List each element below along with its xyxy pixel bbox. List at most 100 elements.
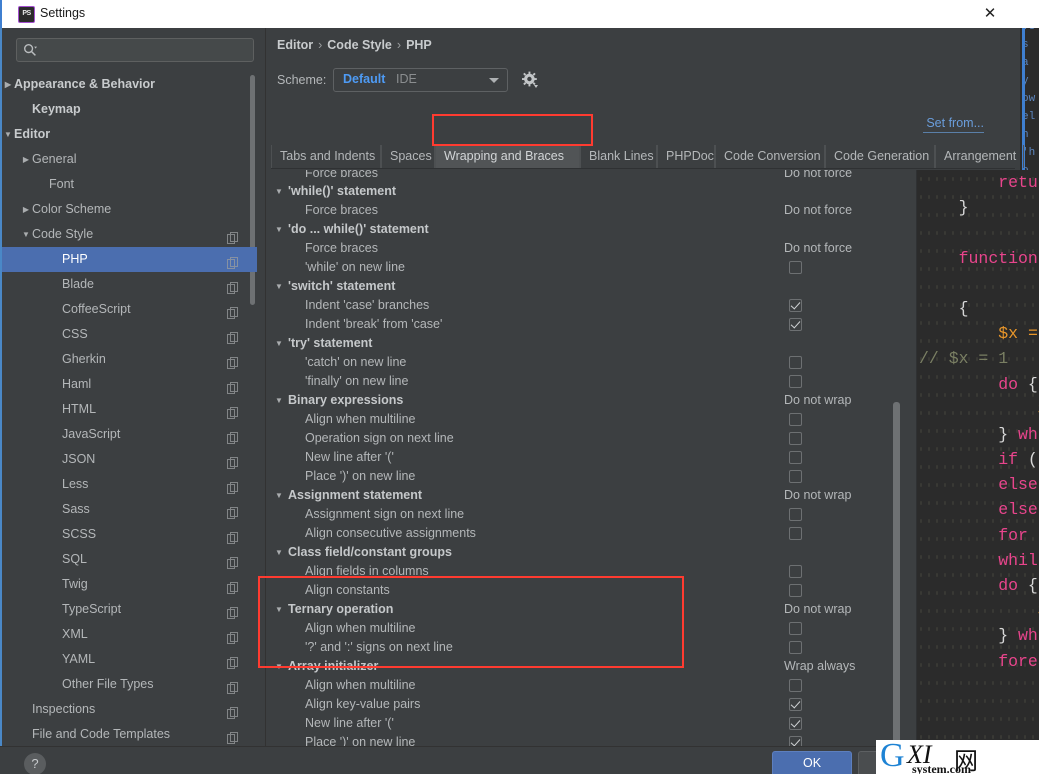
option-checkbox[interactable] [789,717,802,730]
option-row[interactable]: 'catch' on new line [268,353,908,372]
copy-icon[interactable] [227,328,239,344]
sidebar-item-html[interactable]: HTML [2,397,257,422]
option-value[interactable]: Do not wrap [784,486,851,505]
option-row[interactable]: Force braces Do not force [268,239,908,258]
copy-icon[interactable] [227,228,239,244]
sidebar-item-sass[interactable]: Sass [2,497,257,522]
settings-tree[interactable]: ▶ Appearance & Behavior Keymap ▼ Editor ▶ Gene… [2,72,257,744]
option-value[interactable]: Do not force [784,239,852,258]
sidebar-item-color-scheme[interactable]: ▶ Color Scheme [2,197,257,222]
option-row[interactable]: Force braces Do not force [268,201,908,220]
copy-icon[interactable] [227,403,239,419]
sidebar-item-javascript[interactable]: JavaScript [2,422,257,447]
sidebar-item-xml[interactable]: XML [2,622,257,647]
copy-icon[interactable] [227,353,239,369]
option-checkbox[interactable] [789,565,802,578]
tab-wrapping-and-braces[interactable]: Wrapping and Braces [435,145,580,168]
copy-icon[interactable] [227,628,239,644]
option-row[interactable]: Align fields in columns [268,562,908,581]
chevron-down-icon[interactable]: ▼ [273,334,285,353]
sidebar-item-less[interactable]: Less [2,472,257,497]
sidebar-item-php[interactable]: PHP [2,247,257,272]
copy-icon[interactable] [227,678,239,694]
copy-icon[interactable] [227,478,239,494]
scheme-dropdown[interactable]: Default IDE [333,68,508,92]
option-row[interactable]: ▼'switch' statement [268,277,908,296]
chevron-down-icon[interactable]: ▼ [273,220,285,239]
sidebar-item-yaml[interactable]: YAML [2,647,257,672]
chevron-down-icon[interactable]: ▼ [273,391,285,410]
sidebar-item-gherkin[interactable]: Gherkin [2,347,257,372]
option-checkbox[interactable] [789,679,802,692]
option-checkbox[interactable] [789,261,802,274]
option-row[interactable]: ▼ Class field/constant groups [268,543,908,562]
chevron-down-icon[interactable]: ▼ [273,600,285,619]
option-row[interactable]: 'while' on new line [268,258,908,277]
copy-icon[interactable] [227,578,239,594]
option-row[interactable]: New line after '(' [268,448,908,467]
sidebar-item-code-style[interactable]: ▼ Code Style [2,222,257,247]
breadcrumb-code-style[interactable]: Code Style [327,38,392,52]
option-value[interactable]: Do not wrap [784,391,851,410]
tab-arrangement[interactable]: Arrangement [935,145,1024,168]
option-checkbox[interactable] [789,508,802,521]
sidebar-item-sql[interactable]: SQL [2,547,257,572]
option-row[interactable]: Align consecutive assignments [268,524,908,543]
sidebar-item-general[interactable]: ▶ General [2,147,257,172]
option-row[interactable]: ▼ Ternary operation Do not wrap [268,600,908,619]
option-row[interactable]: Place ')' on new line [268,467,908,486]
gear-icon[interactable] [521,71,539,89]
copy-icon[interactable] [227,503,239,519]
sidebar-item-keymap[interactable]: Keymap [2,97,257,122]
option-checkbox[interactable] [789,527,802,540]
option-row[interactable]: '?' and ':' signs on next line [268,638,908,657]
option-checkbox[interactable] [789,622,802,635]
copy-icon[interactable] [227,603,239,619]
copy-icon[interactable] [227,703,239,719]
close-icon[interactable]: ✕ [970,0,1010,28]
tab-spaces[interactable]: Spaces [381,145,435,168]
option-value[interactable]: Do not force [784,170,852,179]
option-checkbox[interactable] [789,413,802,426]
option-checkbox[interactable] [789,356,802,369]
option-checkbox[interactable] [789,451,802,464]
chevron-down-icon[interactable]: ▼ [2,122,14,147]
option-value[interactable]: Do not wrap [784,600,851,619]
option-row[interactable]: ▼ Array initializer Wrap always [268,657,908,676]
tab-code-generation[interactable]: Code Generation [825,145,935,168]
option-row[interactable]: New line after '(' [268,714,908,733]
chevron-down-icon[interactable]: ▼ [273,657,285,676]
option-row[interactable]: Indent 'case' branches [268,296,908,315]
copy-icon[interactable] [227,453,239,469]
sidebar-item-font[interactable]: Font [2,172,257,197]
option-row[interactable]: Align constants [268,581,908,600]
sidebar-item-blade[interactable]: Blade [2,272,257,297]
option-row[interactable]: Align when multiline [268,619,908,638]
sidebar-item-typescript[interactable]: TypeScript [2,597,257,622]
option-row[interactable]: Align when multiline [268,676,908,695]
sidebar-item-inspections[interactable]: Inspections [2,697,257,722]
chevron-down-icon[interactable]: ▼ [273,277,285,296]
sidebar-item-scss[interactable]: SCSS [2,522,257,547]
option-row[interactable]: Assignment sign on next line [268,505,908,524]
sidebar-item-appearance-behavior[interactable]: ▶ Appearance & Behavior [2,72,257,97]
sidebar-item-twig[interactable]: Twig [2,572,257,597]
chevron-right-icon[interactable]: ▶ [2,72,14,97]
chevron-right-icon[interactable]: ▶ [20,147,32,172]
copy-icon[interactable] [227,728,239,744]
option-row[interactable]: Indent 'break' from 'case' [268,315,908,334]
tab-phpdoc[interactable]: PHPDoc [657,145,715,168]
tab-tabs-and-indents[interactable]: Tabs and Indents [271,145,381,168]
option-row[interactable]: Align when multiline [268,410,908,429]
option-value[interactable]: Wrap always [784,657,855,676]
option-checkbox[interactable] [789,641,802,654]
option-checkbox[interactable] [789,698,802,711]
options-scrollbar[interactable] [891,170,901,774]
copy-icon[interactable] [227,278,239,294]
ok-button[interactable]: OK [772,751,852,774]
option-row[interactable]: 'finally' on new line [268,372,908,391]
set-from-link[interactable]: Set from... [926,116,984,130]
preview-code[interactable]: return 0; } function bar($x, $y, int $z … [917,170,1039,749]
option-row[interactable]: Align key-value pairs [268,695,908,714]
option-value[interactable]: Do not force [784,201,852,220]
